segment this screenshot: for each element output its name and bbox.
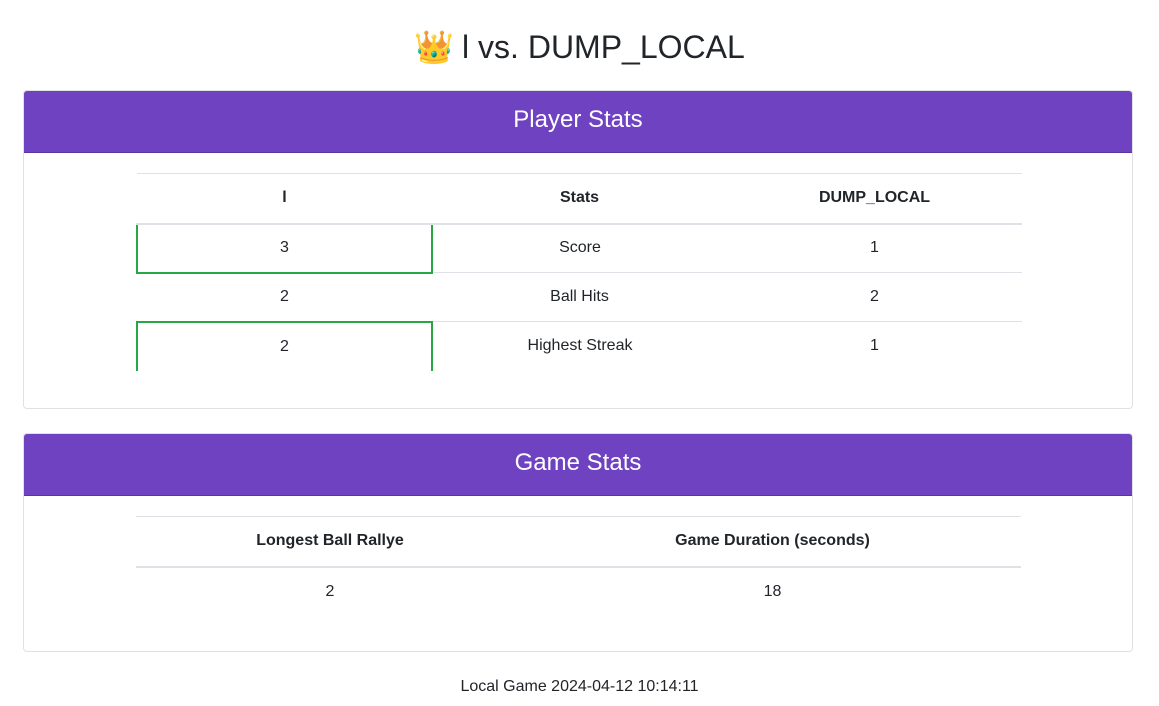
player-stats-header: Player Stats <box>24 91 1132 153</box>
table-header-row: l Stats DUMP_LOCAL <box>137 173 1022 225</box>
highest-streak-right-cell: 1 <box>870 337 879 355</box>
column-header-stats: Stats <box>432 173 727 225</box>
table-row: 2 Ball Hits 2 <box>137 272 1022 322</box>
column-header-longest-rallye: Longest Ball Rallye <box>136 516 524 568</box>
ball-hits-label-cell: Ball Hits <box>432 272 727 322</box>
player-left-name: l <box>462 29 470 65</box>
page-title: 👑 l vs. DUMP_LOCAL <box>0 26 1159 68</box>
longest-rallye-value: 2 <box>325 582 335 600</box>
game-duration-value: 18 <box>763 582 782 600</box>
game-stats-table: Longest Ball Rallye Game Duration (secon… <box>136 516 1021 616</box>
player-right-name: DUMP_LOCAL <box>527 29 745 65</box>
ball-hits-left-cell: 2 <box>137 272 432 322</box>
table-row: 2 18 <box>136 567 1021 616</box>
score-left-cell: 3 <box>136 222 433 274</box>
vs-text: vs. <box>478 29 519 65</box>
column-header-player-left: l <box>137 173 432 225</box>
table-header-row: Longest Ball Rallye Game Duration (secon… <box>136 516 1021 568</box>
crown-icon: 👑 <box>414 28 455 66</box>
game-stats-card: Game Stats Longest Ball Rallye Game Dura… <box>23 433 1133 652</box>
ball-hits-right-cell: 2 <box>727 272 1022 322</box>
highest-streak-left-cell: 2 <box>136 320 433 371</box>
column-header-player-right: DUMP_LOCAL <box>727 173 1022 225</box>
score-label-cell: Score <box>432 223 727 273</box>
game-stats-header: Game Stats <box>24 434 1132 496</box>
score-right-cell: 1 <box>727 223 1022 273</box>
column-header-game-duration: Game Duration (seconds) <box>524 516 1021 568</box>
highest-streak-label-cell: Highest Streak <box>527 337 633 355</box>
player-stats-table: l Stats DUMP_LOCAL 3 Score 1 2 Ball Hits… <box>136 173 1022 371</box>
table-row: 2 Highest Streak 1 <box>136 320 1022 371</box>
game-info-footer: Local Game 2024-04-12 10:14:11 <box>460 678 699 695</box>
table-row: 3 Score 1 <box>136 222 1022 274</box>
player-stats-card: Player Stats l Stats DUMP_LOCAL 3 Score … <box>23 90 1133 409</box>
